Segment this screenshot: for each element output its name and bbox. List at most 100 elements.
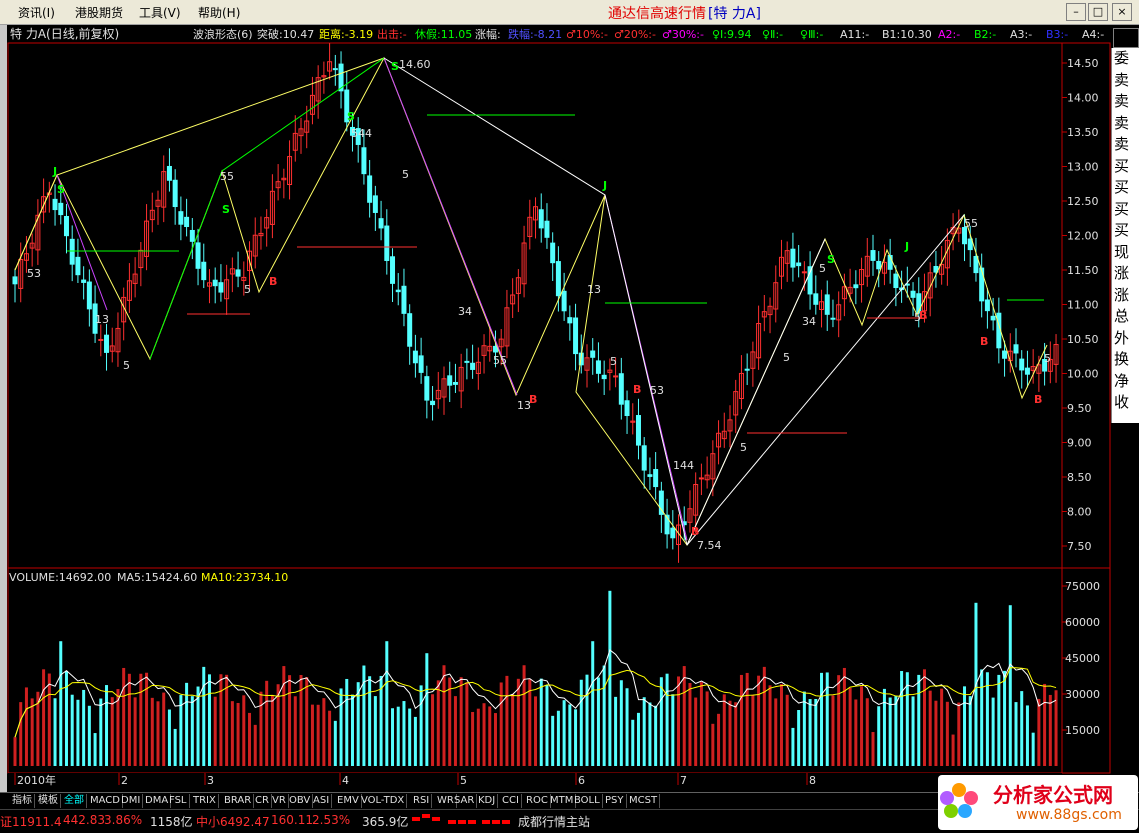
tab-brar[interactable]: BRAR	[222, 794, 255, 808]
volume-bar	[156, 701, 160, 766]
candle-body	[698, 477, 704, 480]
candle-body	[813, 293, 819, 305]
price-tick: 9.00	[1067, 437, 1092, 450]
volume-bar	[133, 697, 137, 766]
tab-全部[interactable]: 全部	[62, 794, 87, 808]
volume-bar	[442, 665, 446, 766]
volume-bar	[631, 719, 635, 766]
indicator-item: 距离:-3.19	[319, 27, 373, 41]
volume-bar	[385, 641, 389, 766]
volume-tick: 75000	[1065, 580, 1100, 593]
wave-marker: 55	[220, 170, 234, 183]
quote-label: 买	[1114, 221, 1130, 239]
quote-label: 现	[1114, 242, 1130, 261]
volume-bar	[791, 727, 795, 766]
tab-dmi[interactable]: DMI	[119, 794, 144, 808]
tab-kdj[interactable]: KDJ	[476, 794, 499, 808]
indicator-item: A4:-	[1082, 28, 1104, 41]
close-button[interactable]: ×	[1112, 3, 1132, 21]
menu-tools[interactable]: 工具(V)	[139, 4, 181, 21]
logo-petal	[940, 791, 954, 805]
volume-bar	[219, 674, 223, 766]
tab-指标[interactable]: 指标	[10, 794, 35, 808]
wave-marker: 5	[610, 355, 617, 368]
volume-bar	[648, 702, 652, 766]
volume-tick: 30000	[1065, 688, 1100, 701]
right-panel-header[interactable]	[1113, 28, 1139, 48]
volume-bar	[70, 694, 74, 766]
left-scroll-edge[interactable]	[0, 25, 7, 793]
volume-bar	[854, 699, 858, 766]
wave-marker: 34	[802, 315, 816, 328]
volume-bar	[757, 675, 761, 766]
logo-title: 分析家公式网	[993, 783, 1113, 807]
tab-asi[interactable]: ASI	[311, 794, 333, 808]
tab-mcst[interactable]: MCST	[627, 794, 661, 808]
candle-body	[235, 269, 241, 277]
tab-emv[interactable]: EMV	[335, 794, 362, 808]
tab-psy[interactable]: PSY	[603, 794, 627, 808]
tab-vol-tdx[interactable]: VOL-TDX	[359, 794, 408, 808]
price-tick: 8.00	[1067, 506, 1092, 519]
volume-bar	[305, 677, 309, 766]
maximize-button[interactable]: □	[1088, 3, 1108, 21]
wave-marker: 53	[27, 267, 41, 280]
price-tick: 12.50	[1067, 195, 1099, 208]
date-tick: 3	[207, 774, 214, 787]
quote-label: 买	[1114, 178, 1130, 196]
candle-body	[744, 368, 750, 371]
volume-bar	[785, 694, 789, 766]
tab-roc[interactable]: ROC	[524, 794, 551, 808]
wave-marker: 13	[95, 313, 109, 326]
tab-boll[interactable]: BOLL	[572, 794, 603, 808]
volume-bar	[431, 694, 435, 766]
tab-vr[interactable]: VR	[270, 794, 289, 808]
volume-bar	[739, 674, 743, 766]
wave-marker: 13	[587, 283, 601, 296]
quote-label: 外	[1114, 328, 1130, 347]
menu-help[interactable]: 帮助(H)	[198, 4, 240, 21]
indicator-item: ♂30%:-	[662, 28, 704, 41]
candle-body	[63, 215, 69, 237]
candle-body	[801, 271, 807, 274]
indicator-item: 出击:-	[377, 27, 407, 41]
index1-change: 442.83	[63, 813, 105, 827]
volume-bar	[93, 733, 97, 766]
wave-marker: B	[980, 335, 988, 348]
candle-body	[407, 313, 413, 347]
wave-marker: S	[222, 203, 230, 216]
tab-obv[interactable]: OBV	[287, 794, 314, 808]
minimize-button[interactable]: –	[1066, 3, 1086, 21]
volume-bar	[47, 673, 51, 766]
wave-marker: S	[391, 60, 399, 73]
tab-trix[interactable]: TRIX	[191, 794, 219, 808]
tab-模板[interactable]: 模板	[36, 794, 61, 808]
wave-marker: 55	[964, 217, 978, 230]
tab-macd[interactable]: MACD	[88, 794, 123, 808]
menu-news[interactable]: 资讯(I)	[18, 4, 55, 21]
index1-value: 证11911.4	[0, 815, 62, 829]
volume-bar	[476, 708, 480, 766]
tab-cci[interactable]: CCI	[500, 794, 522, 808]
volume-bar	[1054, 690, 1058, 766]
volume-bar	[99, 698, 103, 766]
volume-bar	[453, 696, 457, 766]
volume-bar	[1031, 732, 1035, 766]
volume-bar	[248, 712, 252, 766]
tab-sar[interactable]: SAR	[452, 794, 478, 808]
wave-marker: S	[57, 183, 65, 196]
feed-server[interactable]: 成都行情主站	[518, 813, 590, 830]
volume-bar	[162, 692, 166, 766]
tab-fsl[interactable]: FSL	[167, 794, 190, 808]
volume-bar	[76, 699, 80, 766]
low-price-label: 7.54	[697, 539, 722, 552]
volume-bar	[717, 713, 721, 766]
volume-bar	[368, 676, 372, 766]
quote-label: 卖	[1114, 135, 1130, 153]
volume-bar	[207, 674, 211, 766]
menu-hk-futures[interactable]: 港股期货	[75, 4, 123, 21]
tab-rsi[interactable]: RSI	[411, 794, 433, 808]
volume-bar	[1025, 705, 1029, 766]
volume-bar	[202, 666, 206, 766]
kline-chart[interactable]: 特 力A(日线,前复权) 波浪形态(6) 突破:10.47 距离:-3.19 出击:-…	[7, 25, 1111, 792]
